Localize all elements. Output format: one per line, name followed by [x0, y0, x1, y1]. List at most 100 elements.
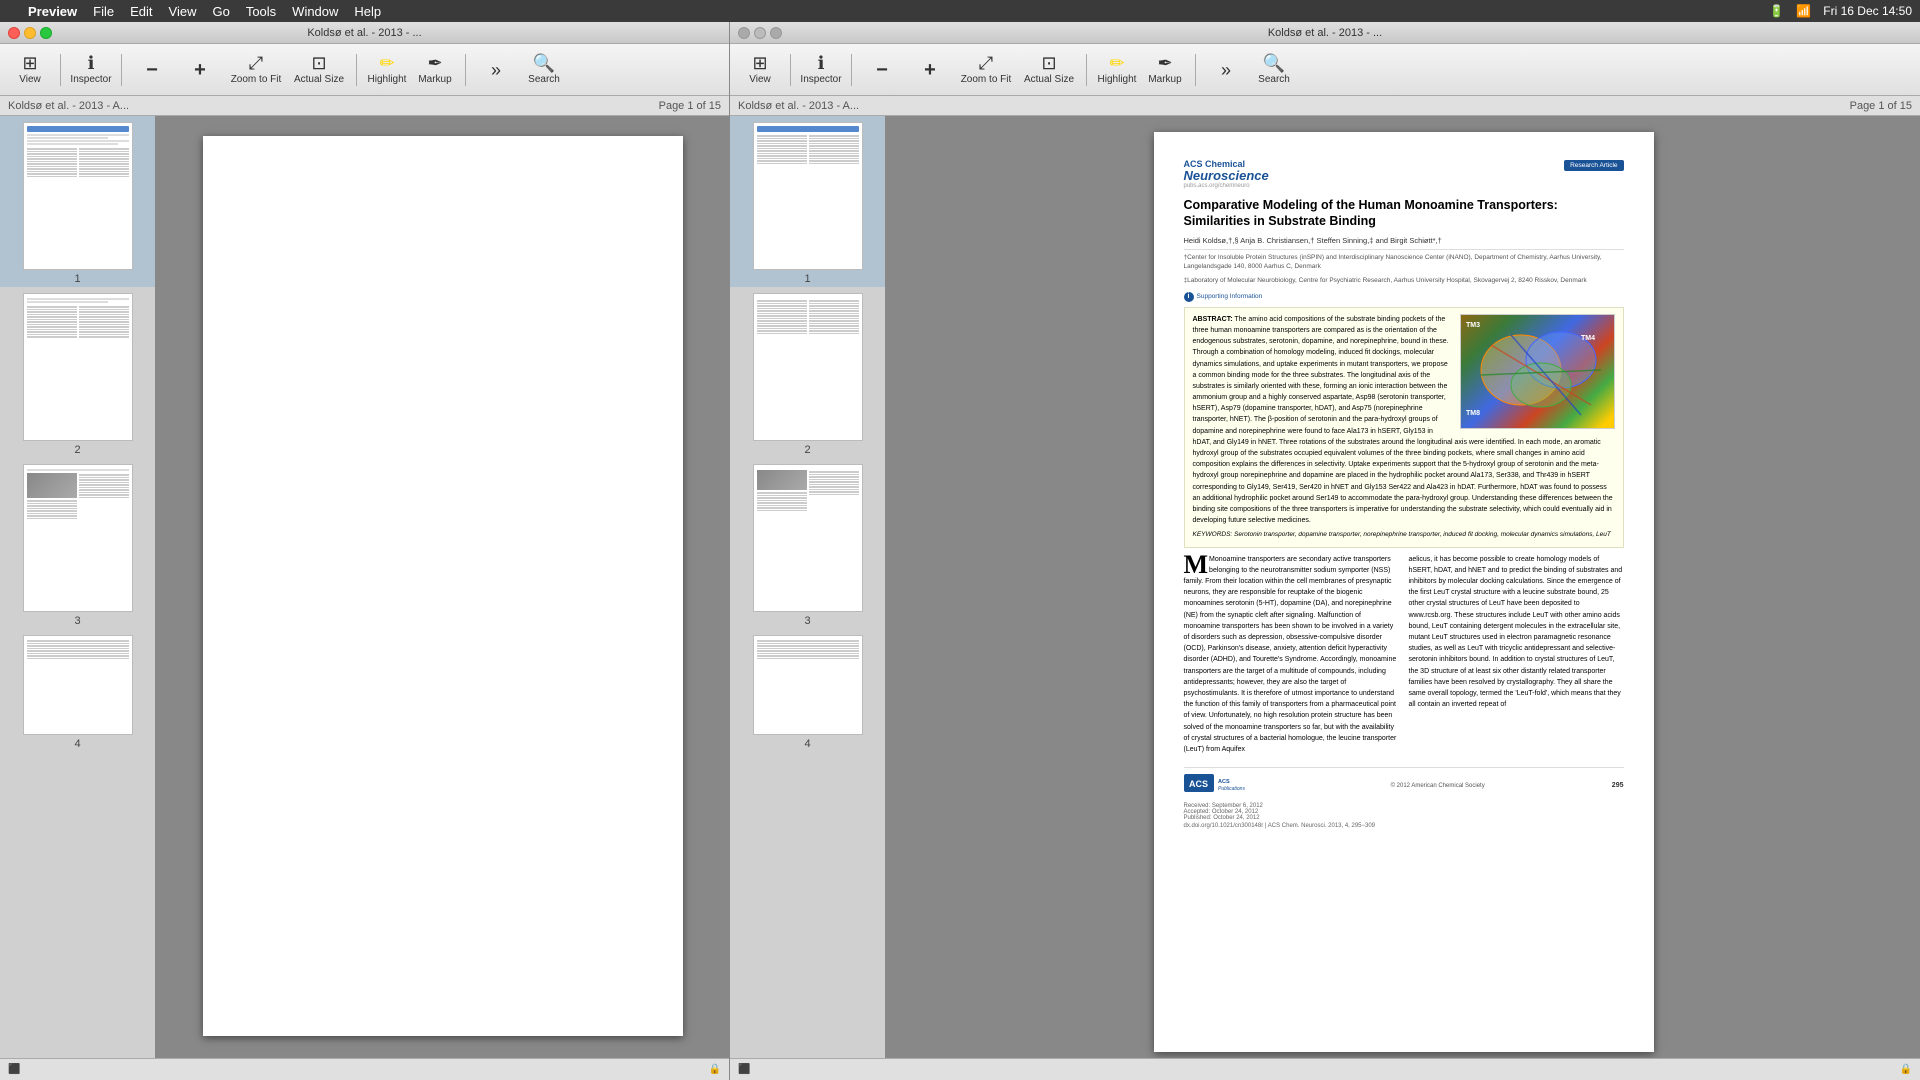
- right-doc-page: ACS Chemical Neuroscience pubs.acs.org/c…: [1154, 132, 1654, 1052]
- menu-go[interactable]: Go: [212, 4, 229, 19]
- right-status-right: 🔒: [1900, 1064, 1912, 1075]
- right-thumbnail-4[interactable]: 4: [730, 629, 885, 752]
- acs-pub-logo: ACS ACS Publications: [1184, 774, 1264, 797]
- inspector-label: Inspector: [70, 74, 111, 85]
- research-badge: Research Article: [1564, 160, 1623, 171]
- journal-sub: Neuroscience: [1184, 169, 1269, 182]
- svg-text:TM4: TM4: [1581, 335, 1595, 342]
- doc-header: ACS Chemical Neuroscience pubs.acs.org/c…: [1184, 160, 1624, 189]
- right-zoom-in-button[interactable]: +: [908, 47, 952, 93]
- right-view-button[interactable]: ⊞ View: [738, 47, 782, 93]
- thumb-img-1: [23, 122, 133, 270]
- left-content: 1: [0, 116, 729, 1058]
- left-page-num: Page 1 of 15: [659, 100, 721, 112]
- right-doc-viewer: Downloaded via UNIV NOVA DE LISOBA on Ju…: [887, 116, 1920, 1058]
- view-button[interactable]: ⊞ View: [8, 47, 52, 93]
- left-status-left: ⬛: [8, 1064, 20, 1075]
- right-toolbar-sep-2: [851, 54, 852, 86]
- acs-logo-svg: ACS ACS Publications: [1184, 774, 1264, 792]
- right-thumb-img-3: [753, 464, 863, 612]
- zoom-out-icon: −: [146, 60, 158, 80]
- highlight-button[interactable]: ✏ Highlight: [365, 47, 409, 93]
- menu-help[interactable]: Help: [354, 4, 381, 19]
- right-close-button[interactable]: [738, 27, 750, 39]
- inspector-button[interactable]: ℹ Inspector: [69, 47, 113, 93]
- published-date: Published: October 24, 2012: [1184, 815, 1624, 821]
- right-markup-icon: ✒: [1157, 54, 1172, 72]
- copyright: © 2012 American Chemical Society: [1391, 783, 1485, 789]
- thumbnail-2[interactable]: 2: [0, 287, 155, 458]
- left-status-right: 🔒: [709, 1064, 721, 1075]
- right-view-label: View: [749, 74, 771, 85]
- actual-size-icon: ⊡: [311, 54, 326, 72]
- right-thumbnail-3[interactable]: 3: [730, 458, 885, 629]
- left-doc-viewer: [157, 116, 729, 1058]
- right-more-button[interactable]: »: [1204, 47, 1248, 93]
- right-thumbnail-2[interactable]: 2: [730, 287, 885, 458]
- right-inspector-button[interactable]: ℹ Inspector: [799, 47, 843, 93]
- menu-view[interactable]: View: [169, 4, 197, 19]
- markup-icon: ✒: [427, 54, 442, 72]
- right-zoom-out-button[interactable]: −: [860, 47, 904, 93]
- right-highlight-icon: ✏: [1109, 54, 1124, 72]
- more-button[interactable]: »: [474, 47, 518, 93]
- right-thumb-img-1: [753, 122, 863, 270]
- view-icon: ⊞: [22, 54, 37, 72]
- zoom-to-fit-button[interactable]: ⤢ Zoom to Fit: [226, 47, 286, 93]
- zoom-to-fit-icon: ⤢: [249, 54, 263, 72]
- left-toolbar: ⊞ View ℹ Inspector − + ⤢ Zoom to Fit ⊡ A…: [0, 44, 729, 96]
- toolbar-sep-1: [60, 54, 61, 86]
- drop-cap-M: M: [1184, 554, 1209, 576]
- page-number: 295: [1612, 782, 1624, 789]
- menu-window[interactable]: Window: [292, 4, 338, 19]
- menu-tools[interactable]: Tools: [246, 4, 276, 19]
- markup-label: Markup: [418, 74, 451, 85]
- zoom-out-button[interactable]: −: [130, 47, 174, 93]
- search-button[interactable]: 🔍 Search: [522, 47, 566, 93]
- right-toolbar-sep-1: [790, 54, 791, 86]
- actual-size-button[interactable]: ⊡ Actual Size: [290, 47, 348, 93]
- right-thumbnails: 1: [730, 116, 887, 1058]
- menu-preview[interactable]: Preview: [28, 4, 77, 19]
- maximize-button[interactable]: [40, 27, 52, 39]
- thumbnail-4[interactable]: 4: [0, 629, 155, 752]
- right-thumb-num-4: 4: [804, 738, 810, 750]
- right-minimize-button[interactable]: [754, 27, 766, 39]
- right-zoom-to-fit-button[interactable]: ⤢ Zoom to Fit: [956, 47, 1016, 93]
- thumb-num-4: 4: [74, 738, 80, 750]
- right-statusbar: ⬛ 🔒: [730, 1058, 1920, 1080]
- menu-file[interactable]: File: [93, 4, 114, 19]
- right-search-button[interactable]: 🔍 Search: [1252, 47, 1296, 93]
- markup-button[interactable]: ✒ Markup: [413, 47, 457, 93]
- minimize-button[interactable]: [24, 27, 36, 39]
- right-maximize-button[interactable]: [770, 27, 782, 39]
- svg-text:ACS: ACS: [1218, 779, 1230, 785]
- right-markup-label: Markup: [1148, 74, 1181, 85]
- right-thumbnail-label: Koldsø et al. - 2013 - A...: [738, 100, 859, 112]
- app-container: Koldsø et al. - 2013 - ... ⊞ View ℹ Insp…: [0, 22, 1920, 1080]
- right-toolbar-sep-3: [1086, 54, 1087, 86]
- doc-affiliation-2: ‡Laboratory of Molecular Neurobiology, C…: [1184, 276, 1624, 286]
- zoom-in-button[interactable]: +: [178, 47, 222, 93]
- zoom-to-fit-label: Zoom to Fit: [231, 74, 282, 85]
- close-button[interactable]: [8, 27, 20, 39]
- menu-edit[interactable]: Edit: [130, 4, 152, 19]
- right-highlight-button[interactable]: ✏ Highlight: [1095, 47, 1139, 93]
- doc-content: ACS Chemical Neuroscience pubs.acs.org/c…: [1154, 132, 1654, 849]
- left-thumbnail-label: Koldsø et al. - 2013 - A...: [8, 100, 129, 112]
- right-actual-size-button[interactable]: ⊡ Actual Size: [1020, 47, 1078, 93]
- right-zoom-in-icon: +: [924, 60, 936, 80]
- toolbar-sep-3: [356, 54, 357, 86]
- thumbnail-3[interactable]: 3: [0, 458, 155, 629]
- right-thumbnail-1[interactable]: 1: [730, 116, 885, 287]
- svg-text:Publications: Publications: [1218, 786, 1245, 792]
- doc-affiliation-1: †Center for Insoluble Protein Structures…: [1184, 249, 1624, 273]
- dates-section: Received: September 6, 2012 Accepted: Oc…: [1184, 803, 1624, 821]
- thumbnail-1[interactable]: 1: [0, 116, 155, 287]
- right-markup-button[interactable]: ✒ Markup: [1143, 47, 1187, 93]
- doc-col-left: M Monoamine transporters are secondary a…: [1184, 554, 1399, 755]
- right-zoom-to-fit-icon: ⤢: [979, 54, 993, 72]
- left-thumbnails: 1: [0, 116, 157, 1058]
- supporting-info: i Supporting Information: [1184, 292, 1624, 302]
- abstract-box: TM3 TM4 TM8 ABSTRACT: The amino acid com…: [1184, 307, 1624, 548]
